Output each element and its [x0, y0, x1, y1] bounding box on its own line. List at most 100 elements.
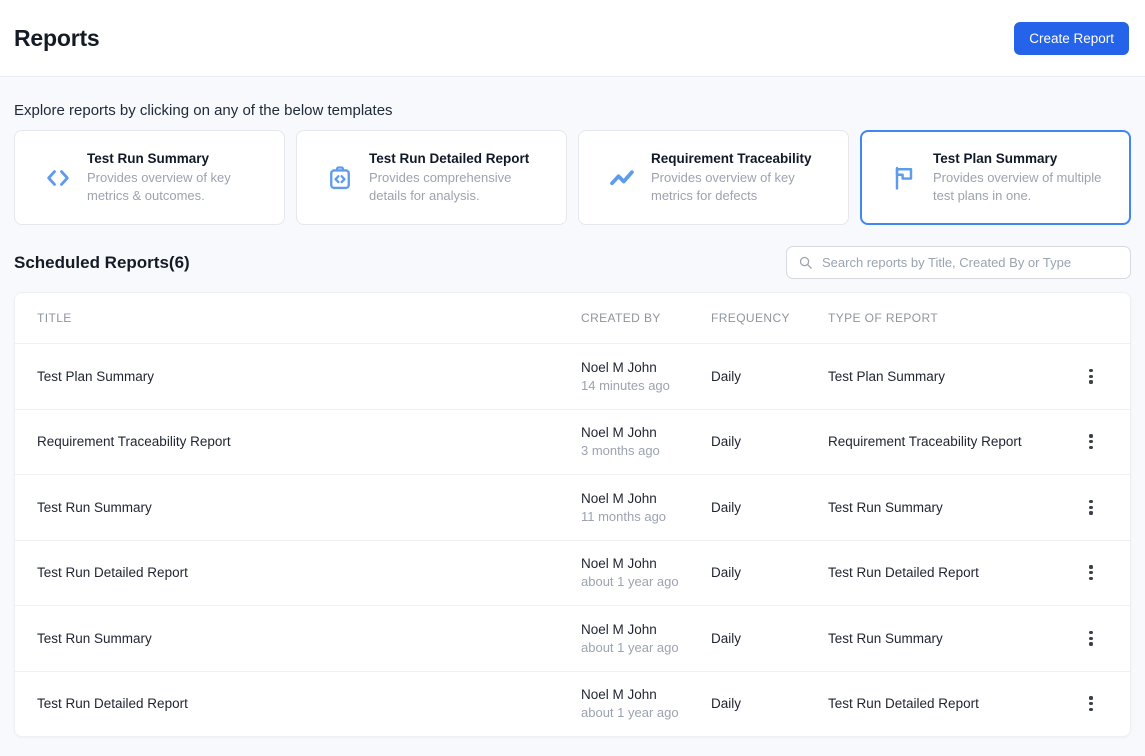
row-actions-menu-button[interactable] [1081, 429, 1100, 454]
template-card-title: Requirement Traceability [651, 151, 832, 166]
created-by-cell: Noel M John 14 minutes ago [581, 360, 711, 393]
column-header-type-of-report: TYPE OF REPORT [828, 311, 1068, 325]
page-header: Reports Create Report [0, 0, 1145, 77]
report-type-cell: Test Run Detailed Report [828, 696, 1068, 711]
kebab-dot [1089, 702, 1092, 705]
column-header-frequency: FREQUENCY [711, 311, 828, 325]
created-by-name: Noel M John [581, 491, 711, 506]
kebab-dot [1089, 696, 1092, 699]
scheduled-reports-header: Scheduled Reports(6) [14, 246, 1131, 279]
template-card[interactable]: Test Plan Summary Provides overview of m… [860, 130, 1131, 225]
trend-line-icon [608, 164, 636, 192]
created-by-name: Noel M John [581, 687, 711, 702]
created-by-cell: Noel M John about 1 year ago [581, 687, 711, 720]
kebab-dot [1089, 571, 1092, 574]
create-report-button[interactable]: Create Report [1014, 22, 1129, 55]
kebab-dot [1089, 708, 1092, 711]
kebab-dot [1089, 511, 1092, 514]
template-card-description: Provides overview of key metrics & outco… [87, 169, 268, 205]
row-actions-menu-button[interactable] [1081, 626, 1100, 651]
frequency-cell: Daily [711, 631, 828, 646]
frequency-cell: Daily [711, 696, 828, 711]
report-type-cell: Test Run Summary [828, 631, 1068, 646]
search-box [786, 246, 1131, 279]
table-row[interactable]: Requirement Traceability Report Noel M J… [15, 409, 1130, 475]
table-row[interactable]: Test Run Summary Noel M John about 1 yea… [15, 605, 1130, 671]
table-row[interactable]: Test Plan Summary Noel M John 14 minutes… [15, 343, 1130, 409]
report-title-cell: Test Run Detailed Report [37, 565, 581, 580]
report-title-cell: Test Run Summary [37, 500, 581, 515]
report-type-cell: Test Plan Summary [828, 369, 1068, 384]
flag-icon [890, 164, 918, 192]
template-card[interactable]: Requirement Traceability Provides overvi… [578, 130, 849, 225]
report-title-cell: Test Run Summary [37, 631, 581, 646]
created-by-cell: Noel M John 3 months ago [581, 425, 711, 458]
scheduled-reports-heading: Scheduled Reports(6) [14, 253, 190, 273]
row-actions-menu-button[interactable] [1081, 691, 1100, 716]
frequency-cell: Daily [711, 369, 828, 384]
template-card-description: Provides overview of multiple test plans… [933, 169, 1114, 205]
frequency-cell: Daily [711, 434, 828, 449]
template-card-title: Test Run Summary [87, 151, 268, 166]
scheduled-reports-table: TITLE CREATED BY FREQUENCY TYPE OF REPOR… [14, 292, 1131, 737]
kebab-dot [1089, 577, 1092, 580]
template-card-title: Test Plan Summary [933, 151, 1114, 166]
template-cards-row: Test Run Summary Provides overview of ke… [14, 130, 1131, 225]
table-row[interactable]: Test Run Detailed Report Noel M John abo… [15, 671, 1130, 737]
search-input[interactable] [822, 255, 1120, 270]
report-title-cell: Requirement Traceability Report [37, 434, 581, 449]
kebab-dot [1089, 565, 1092, 568]
kebab-dot [1089, 440, 1092, 443]
kebab-dot [1089, 500, 1092, 503]
page-content: Explore reports by clicking on any of th… [0, 102, 1145, 737]
table-header-row: TITLE CREATED BY FREQUENCY TYPE OF REPOR… [15, 293, 1130, 343]
created-by-name: Noel M John [581, 425, 711, 440]
created-by-name: Noel M John [581, 556, 711, 571]
kebab-dot [1089, 637, 1092, 640]
frequency-cell: Daily [711, 500, 828, 515]
created-by-cell: Noel M John about 1 year ago [581, 622, 711, 655]
created-when: 3 months ago [581, 443, 711, 458]
created-by-cell: Noel M John about 1 year ago [581, 556, 711, 589]
code-icon [44, 164, 72, 192]
report-type-cell: Test Run Summary [828, 500, 1068, 515]
table-row[interactable]: Test Run Summary Noel M John 11 months a… [15, 474, 1130, 540]
template-card[interactable]: Test Run Detailed Report Provides compre… [296, 130, 567, 225]
template-card[interactable]: Test Run Summary Provides overview of ke… [14, 130, 285, 225]
template-card-title: Test Run Detailed Report [369, 151, 550, 166]
created-when: 14 minutes ago [581, 378, 711, 393]
report-title-cell: Test Plan Summary [37, 369, 581, 384]
report-type-cell: Test Run Detailed Report [828, 565, 1068, 580]
row-actions-menu-button[interactable] [1081, 560, 1100, 585]
created-when: about 1 year ago [581, 640, 711, 655]
kebab-dot [1089, 631, 1092, 634]
kebab-dot [1089, 506, 1092, 509]
template-card-description: Provides comprehensive details for analy… [369, 169, 550, 205]
kebab-dot [1089, 380, 1092, 383]
search-icon [798, 255, 813, 270]
frequency-cell: Daily [711, 565, 828, 580]
kebab-dot [1089, 642, 1092, 645]
table-row[interactable]: Test Run Detailed Report Noel M John abo… [15, 540, 1130, 606]
report-title-cell: Test Run Detailed Report [37, 696, 581, 711]
row-actions-menu-button[interactable] [1081, 495, 1100, 520]
table-body: Test Plan Summary Noel M John 14 minutes… [15, 343, 1130, 736]
templates-intro-text: Explore reports by clicking on any of th… [14, 102, 1131, 120]
created-when: 11 months ago [581, 509, 711, 524]
created-by-name: Noel M John [581, 622, 711, 637]
clipboard-code-icon [326, 164, 354, 192]
row-actions-menu-button[interactable] [1081, 364, 1100, 389]
report-type-cell: Requirement Traceability Report [828, 434, 1068, 449]
created-by-name: Noel M John [581, 360, 711, 375]
kebab-dot [1089, 369, 1092, 372]
created-when: about 1 year ago [581, 705, 711, 720]
template-card-description: Provides overview of key metrics for def… [651, 169, 832, 205]
kebab-dot [1089, 375, 1092, 378]
page-title: Reports [14, 25, 100, 52]
created-by-cell: Noel M John 11 months ago [581, 491, 711, 524]
column-header-created-by: CREATED BY [581, 311, 711, 325]
kebab-dot [1089, 446, 1092, 449]
created-when: about 1 year ago [581, 574, 711, 589]
kebab-dot [1089, 434, 1092, 437]
column-header-title: TITLE [37, 311, 581, 325]
